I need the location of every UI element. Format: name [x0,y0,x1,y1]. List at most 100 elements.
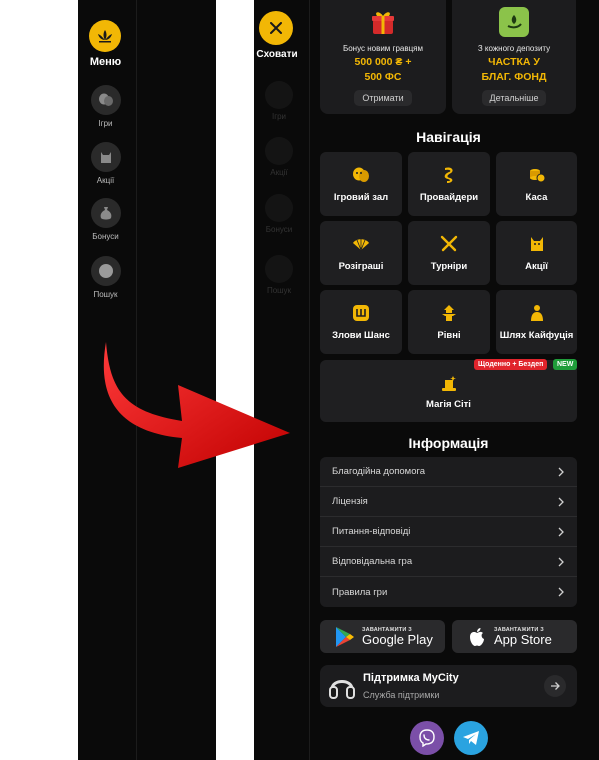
promo-caption: З кожного депозиту [477,44,551,53]
promo-value-line2: БЛАГ. ФОНД [481,71,547,83]
info-item-charity[interactable]: Благодійна допомога [320,457,577,487]
app-store-button[interactable]: ЗАВАНТАЖИТИ З App Store [452,620,577,653]
viber-button[interactable] [410,721,444,755]
headphones-icon [326,670,358,702]
sidebar-item-games[interactable]: Ігри [78,85,133,128]
close-label: Сховати [256,49,298,60]
promo-value: 500 000 ₴ + 500 ФС [320,55,446,85]
chance-icon [352,304,370,322]
nav-tile-label: Ігровий зал [333,192,389,203]
divider [136,0,137,760]
menu-button[interactable] [89,20,121,52]
sidebar-item-label: Акції [96,176,115,185]
nav-tile-catch-chance[interactable]: Злови Шанс [320,290,402,354]
information-list: Благодійна допомога Ліцензія Питання-від… [320,457,577,607]
chevron-right-icon [556,467,566,477]
google-play-icon [334,626,356,648]
gift-icon [368,7,398,37]
nav-tile-label: Рівні [437,330,461,341]
faded-item-promotions: Акції [257,137,301,177]
faded-item-search: Пошук [257,255,301,295]
sidebar-item-label: Бонуси [92,232,119,241]
fan-icon [352,235,370,253]
promo-value-line2: 500 ФС [364,71,402,83]
information-title: Інформація [408,435,489,451]
nav-tile-label: Шлях Кайфуція [499,330,574,341]
arrow-right-icon[interactable] [544,675,566,697]
support-subtitle: Служба підтримки [363,690,440,700]
faded-item-label: Пошук [266,286,292,295]
promo-value: ЧАСТКА У БЛАГ. ФОНД [452,55,576,85]
info-item-label: Ліцензія [332,496,368,507]
info-item-label: Благодійна допомога [332,466,426,477]
lotus-icon [98,30,112,43]
promo-caption: Бонус новим гравцям [342,44,424,53]
money-bag-icon [265,194,293,222]
nav-tile-tournaments[interactable]: Турніри [408,221,490,285]
store-name: App Store [494,631,552,647]
nav-tile-promotions[interactable]: Акції [496,221,577,285]
nav-tile-label: Злови Шанс [332,330,390,341]
nav-tile-game-hall[interactable]: Ігровий зал [320,152,402,216]
coins-icon [528,166,546,184]
nav-tile-label: Каса [525,192,548,203]
faded-item-label: Акції [270,168,288,177]
daily-badge: Щоденно + Бездеп [474,359,548,370]
nav-tile-levels[interactable]: Рівні [408,290,490,354]
details-button[interactable]: Детальніше [481,90,547,106]
sidebar-item-bonuses[interactable]: Бонуси [78,198,133,241]
expanded-sidebar: Сховати Ігри Акції Бонуси Пошук Бонус но… [254,0,599,760]
faded-item-bonuses: Бонуси [257,194,301,234]
promo-card-welcome[interactable]: Бонус новим гравцям 500 000 ₴ + 500 ФС О… [320,0,446,114]
nav-tile-cashier[interactable]: Каса [496,152,577,216]
masks-icon [90,85,121,115]
nav-tile-label: Магія Сіті [426,399,471,410]
google-play-button[interactable]: ЗАВАНТАЖИТИ З Google Play [320,620,445,653]
cat-icon [90,142,121,172]
navigation-title: Навігація [416,129,481,145]
telegram-icon [463,731,479,745]
chevron-right-icon [556,497,566,507]
telegram-button[interactable] [454,721,488,755]
support-title: Підтримка MyCity [363,672,459,684]
chevron-right-icon [556,587,566,597]
close-button[interactable] [259,11,293,45]
charity-fund-icon [499,7,529,37]
sidebar-item-label: Пошук [93,290,118,299]
promo-value-line1: ЧАСТКА У [488,56,540,68]
cat-icon [528,235,546,253]
get-bonus-button[interactable]: Отримати [354,90,412,106]
magic-hat-icon [440,374,458,392]
sidebar-item-promotions[interactable]: Акції [78,142,133,185]
info-item-license[interactable]: Ліцензія [320,487,577,517]
faded-item-games: Ігри [257,81,301,121]
faded-item-label: Бонуси [265,225,293,234]
dragon-icon [440,166,458,184]
pagoda-icon [440,304,458,322]
promo-card-charity[interactable]: З кожного депозиту ЧАСТКА У БЛАГ. ФОНД Д… [452,0,576,114]
chevron-right-icon [556,557,566,567]
info-item-label: Питання-відповіді [332,526,411,537]
nav-tile-label: Турніри [430,261,468,272]
search-icon [265,255,293,283]
info-item-rules[interactable]: Правила гри [320,577,577,607]
info-item-label: Відповідальна гра [332,556,413,567]
nav-tile-kaifucius-path[interactable]: Шлях Кайфуція [496,290,577,354]
sidebar-item-label: Ігри [98,119,113,128]
nav-tile-label: Розіграші [338,261,384,272]
info-item-responsible-gaming[interactable]: Відповідальна гра [320,547,577,577]
support-card[interactable]: Підтримка MyCity Служба підтримки [320,665,577,707]
store-name: Google Play [362,631,433,647]
path-icon [528,304,546,322]
new-badge: NEW [553,359,578,370]
nav-tile-providers[interactable]: Провайдери [408,152,490,216]
nav-tile-label: Акції [525,261,548,272]
faded-item-label: Ігри [271,112,287,121]
info-item-faq[interactable]: Питання-відповіді [320,517,577,547]
nav-tile-draws[interactable]: Розіграші [320,221,402,285]
sidebar-item-search[interactable]: Пошук [78,256,133,299]
search-icon [90,256,121,286]
close-icon [270,22,282,34]
masks-icon [352,166,370,184]
apple-icon [466,626,488,648]
